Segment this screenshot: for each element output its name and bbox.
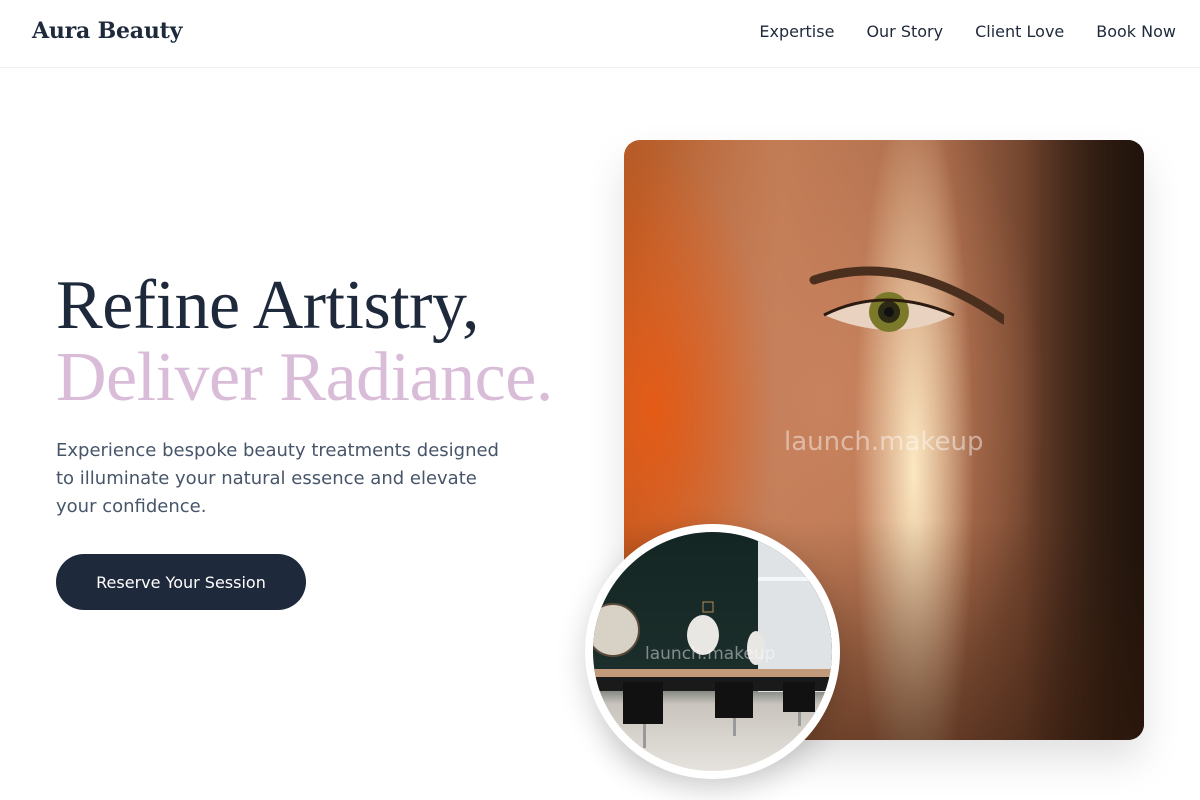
hero-description: Experience bespoke beauty treatments des… <box>56 440 499 517</box>
circle-image-watermark: launch.makeup <box>645 644 776 664</box>
salon-interior-photo: launch.makeup <box>593 532 832 771</box>
hero-title-line-1: Refine Artistry, <box>56 267 479 344</box>
nav-link-client-love[interactable]: Client Love <box>975 22 1064 41</box>
hero-title-line-2: Deliver Radiance. <box>56 339 553 416</box>
nav-link-our-story[interactable]: Our Story <box>866 22 943 41</box>
hero-title: Refine Artistry, Deliver Radiance. <box>56 270 553 414</box>
image-watermark: launch.makeup <box>784 427 984 457</box>
main-nav: Expertise Our Story Client Love Book Now <box>759 22 1176 41</box>
brand-logo[interactable]: Aura Beauty <box>32 18 182 44</box>
site-header: Aura Beauty Expertise Our Story Client L… <box>0 0 1200 68</box>
nav-link-book-now[interactable]: Book Now <box>1096 22 1176 41</box>
reserve-session-button[interactable]: Reserve Your Session <box>56 554 306 610</box>
nav-link-expertise[interactable]: Expertise <box>759 22 834 41</box>
salon-interior-image: launch.makeup <box>585 524 840 779</box>
eye-illustration <box>809 266 1004 332</box>
